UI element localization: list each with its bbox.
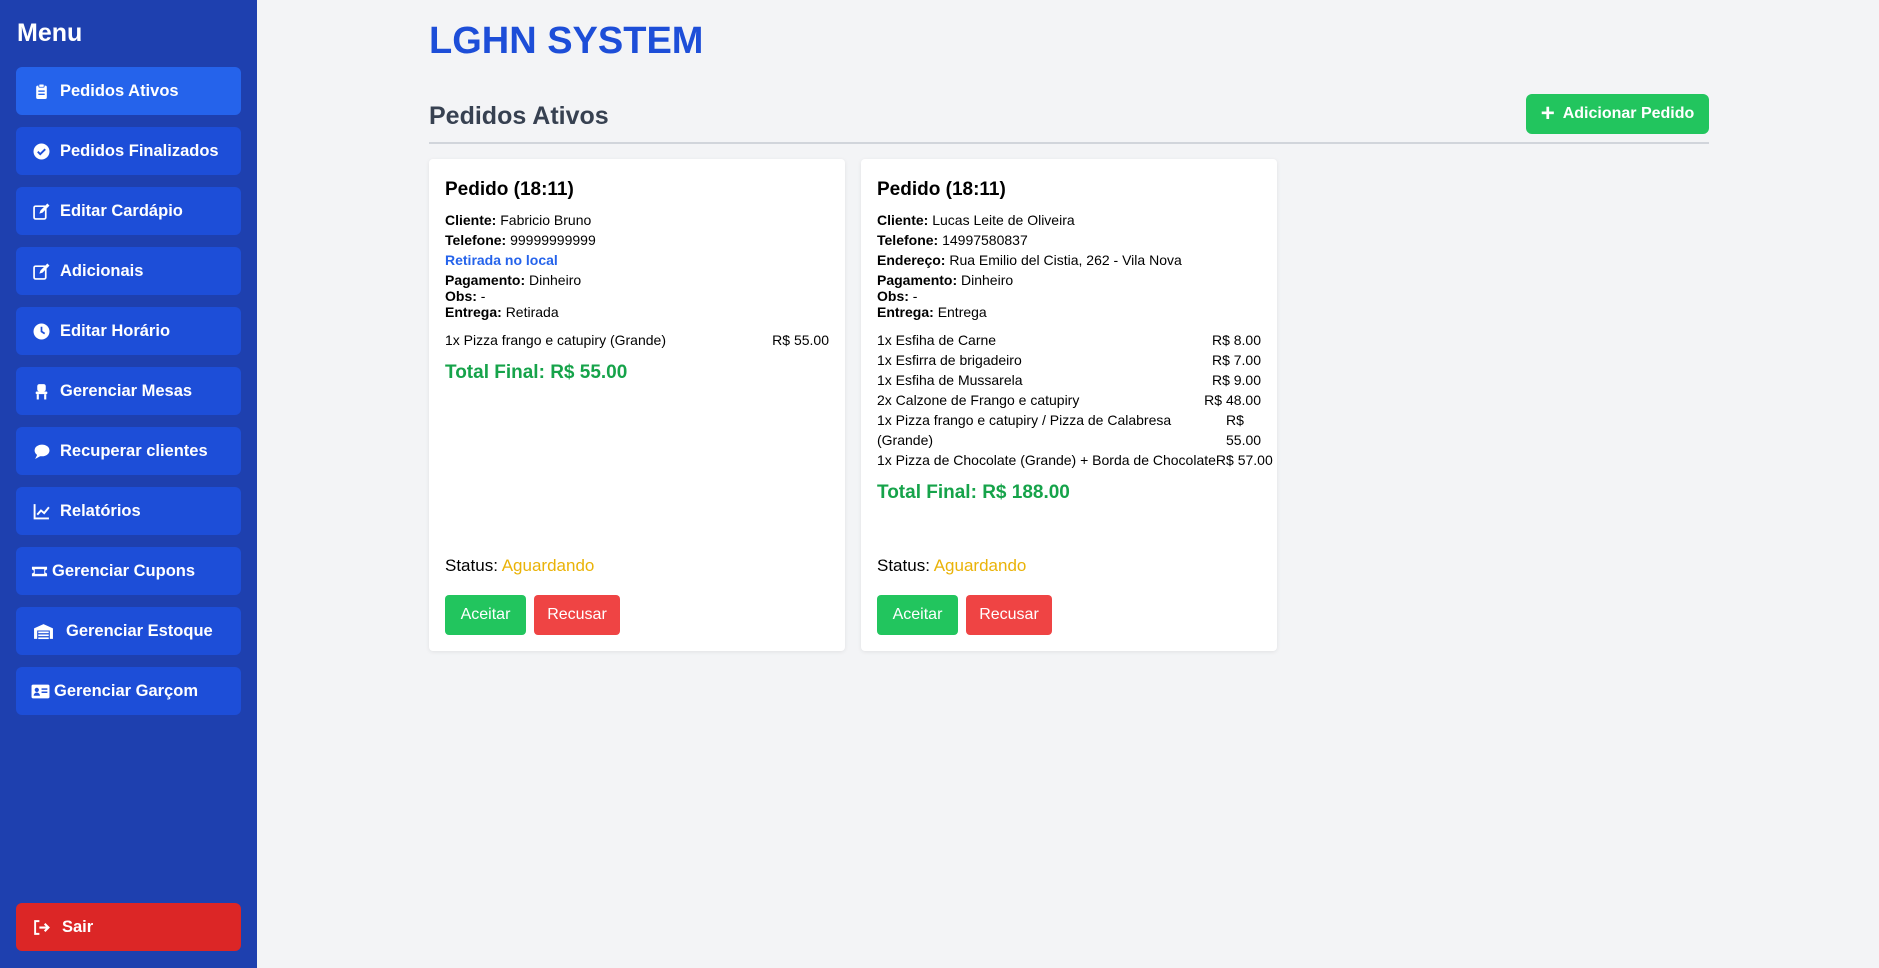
app-title: LGHN SYSTEM: [429, 20, 704, 62]
reject-button[interactable]: Recusar: [966, 595, 1052, 635]
sidebar-item-label: Gerenciar Mesas: [60, 381, 193, 400]
order-pickup: Retirada no local: [445, 252, 558, 268]
edit-icon: [32, 202, 50, 220]
sidebar-item-relatorios[interactable]: Relatórios: [16, 487, 241, 535]
logout-button[interactable]: Sair: [16, 903, 241, 951]
sidebar-item-gerenciar-cupons[interactable]: Gerenciar Cupons: [16, 547, 241, 595]
order-item: 1x Esfirra de brigadeiro R$ 7.00: [877, 352, 1261, 368]
order-card: Pedido (18:11) Cliente: Fabricio Bruno T…: [429, 159, 845, 651]
order-items: 1x Pizza frango e catupiry (Grande) R$ 5…: [445, 330, 829, 350]
order-item: 1x Esfiha de Mussarela R$ 9.00: [877, 372, 1261, 388]
edit-icon: [32, 262, 50, 280]
order-actions: Aceitar Recusar: [877, 595, 1052, 635]
plus-icon: +: [1540, 100, 1555, 127]
sign-out-icon: [32, 918, 50, 936]
sidebar-item-gerenciar-mesas[interactable]: Gerenciar Mesas: [16, 367, 241, 415]
reject-button[interactable]: Recusar: [534, 595, 620, 635]
menu-list: Pedidos Ativos Pedidos Finalizados Edita…: [16, 67, 241, 715]
order-delivery: Entrega: Retirada: [445, 304, 559, 320]
section-header: Pedidos Ativos + Adicionar Pedido: [429, 94, 1709, 144]
status-badge: Aguardando: [501, 556, 595, 575]
sidebar-item-recuperar-clientes[interactable]: Recuperar clientes: [16, 427, 241, 475]
order-item: 1x Pizza de Chocolate (Grande) + Borda d…: [877, 452, 1273, 468]
order-item: 1x Pizza frango e catupiry / Pizza de Ca…: [877, 412, 1262, 448]
sidebar-item-editar-cardapio[interactable]: Editar Cardápio: [16, 187, 241, 235]
accept-button[interactable]: Aceitar: [877, 595, 958, 635]
sidebar-item-label: Relatórios: [60, 501, 141, 520]
order-phone: Telefone: 99999999999: [445, 232, 596, 248]
page-title: Pedidos Ativos: [429, 102, 609, 130]
order-status: Status: Aguardando: [877, 556, 1027, 575]
order-status: Status: Aguardando: [445, 556, 595, 575]
sidebar-item-label: Pedidos Finalizados: [60, 141, 219, 160]
line-chart-icon: [32, 502, 50, 520]
sidebar-item-editar-horario[interactable]: Editar Horário: [16, 307, 241, 355]
sidebar-item-label: Gerenciar Cupons: [52, 561, 196, 580]
order-client: Cliente: Lucas Leite de Oliveira: [877, 212, 1075, 228]
clock-icon: [32, 322, 50, 340]
sidebar-item-label: Gerenciar Garçom: [54, 681, 198, 700]
order-card: Pedido (18:11) Cliente: Lucas Leite de O…: [861, 159, 1277, 651]
check-circle-icon: [32, 142, 50, 160]
order-items: 1x Esfiha de Carne R$ 8.00 1x Esfirra de …: [877, 330, 1273, 470]
sidebar-item-gerenciar-estoque[interactable]: Gerenciar Estoque: [16, 607, 241, 655]
sidebar-item-gerenciar-garcom[interactable]: Gerenciar Garçom: [16, 667, 241, 715]
sidebar-item-label: Adicionais: [60, 261, 144, 280]
logout-label: Sair: [62, 917, 94, 936]
order-actions: Aceitar Recusar: [445, 595, 620, 635]
ticket-icon: [30, 562, 48, 580]
order-address: Endereço: Rua Emilio del Cistia, 262 - V…: [877, 252, 1182, 268]
sidebar-item-adicionais[interactable]: Adicionais: [16, 247, 241, 295]
sidebar: Menu Pedidos Ativos Pedidos Finalizados …: [0, 0, 257, 968]
menu-title: Menu: [17, 19, 83, 47]
order-client: Cliente: Fabricio Bruno: [445, 212, 592, 228]
accept-button[interactable]: Aceitar: [445, 595, 526, 635]
clipboard-icon: [32, 82, 50, 100]
add-order-button[interactable]: + Adicionar Pedido: [1526, 94, 1709, 134]
order-total: Total Final: R$ 188.00: [877, 482, 1070, 503]
sidebar-item-pedidos-ativos[interactable]: Pedidos Ativos: [16, 67, 241, 115]
sidebar-item-label: Editar Horário: [60, 321, 171, 340]
chat-bubble-icon: [32, 442, 50, 460]
order-item: 1x Esfiha de Carne R$ 8.00: [877, 332, 1261, 348]
order-total: Total Final: R$ 55.00: [445, 362, 628, 383]
chair-icon: [32, 382, 50, 400]
sidebar-item-label: Gerenciar Estoque: [66, 621, 213, 640]
order-delivery: Entrega: Entrega: [877, 304, 987, 320]
sidebar-item-pedidos-finalizados[interactable]: Pedidos Finalizados: [16, 127, 241, 175]
warehouse-icon: [32, 622, 54, 640]
order-item: 1x Pizza frango e catupiry (Grande) R$ 5…: [445, 332, 829, 348]
id-card-icon: [30, 682, 50, 700]
order-item: 2x Calzone de Frango e catupiry R$ 48.00: [877, 392, 1261, 408]
sidebar-item-label: Editar Cardápio: [60, 201, 183, 220]
add-order-label: Adicionar Pedido: [1562, 105, 1695, 122]
sidebar-item-label: Recuperar clientes: [60, 441, 208, 460]
order-title: Pedido (18:11): [445, 179, 574, 200]
sidebar-item-label: Pedidos Ativos: [60, 81, 179, 100]
order-phone: Telefone: 14997580837: [877, 232, 1028, 248]
order-title: Pedido (18:11): [877, 179, 1006, 200]
status-badge: Aguardando: [933, 556, 1027, 575]
